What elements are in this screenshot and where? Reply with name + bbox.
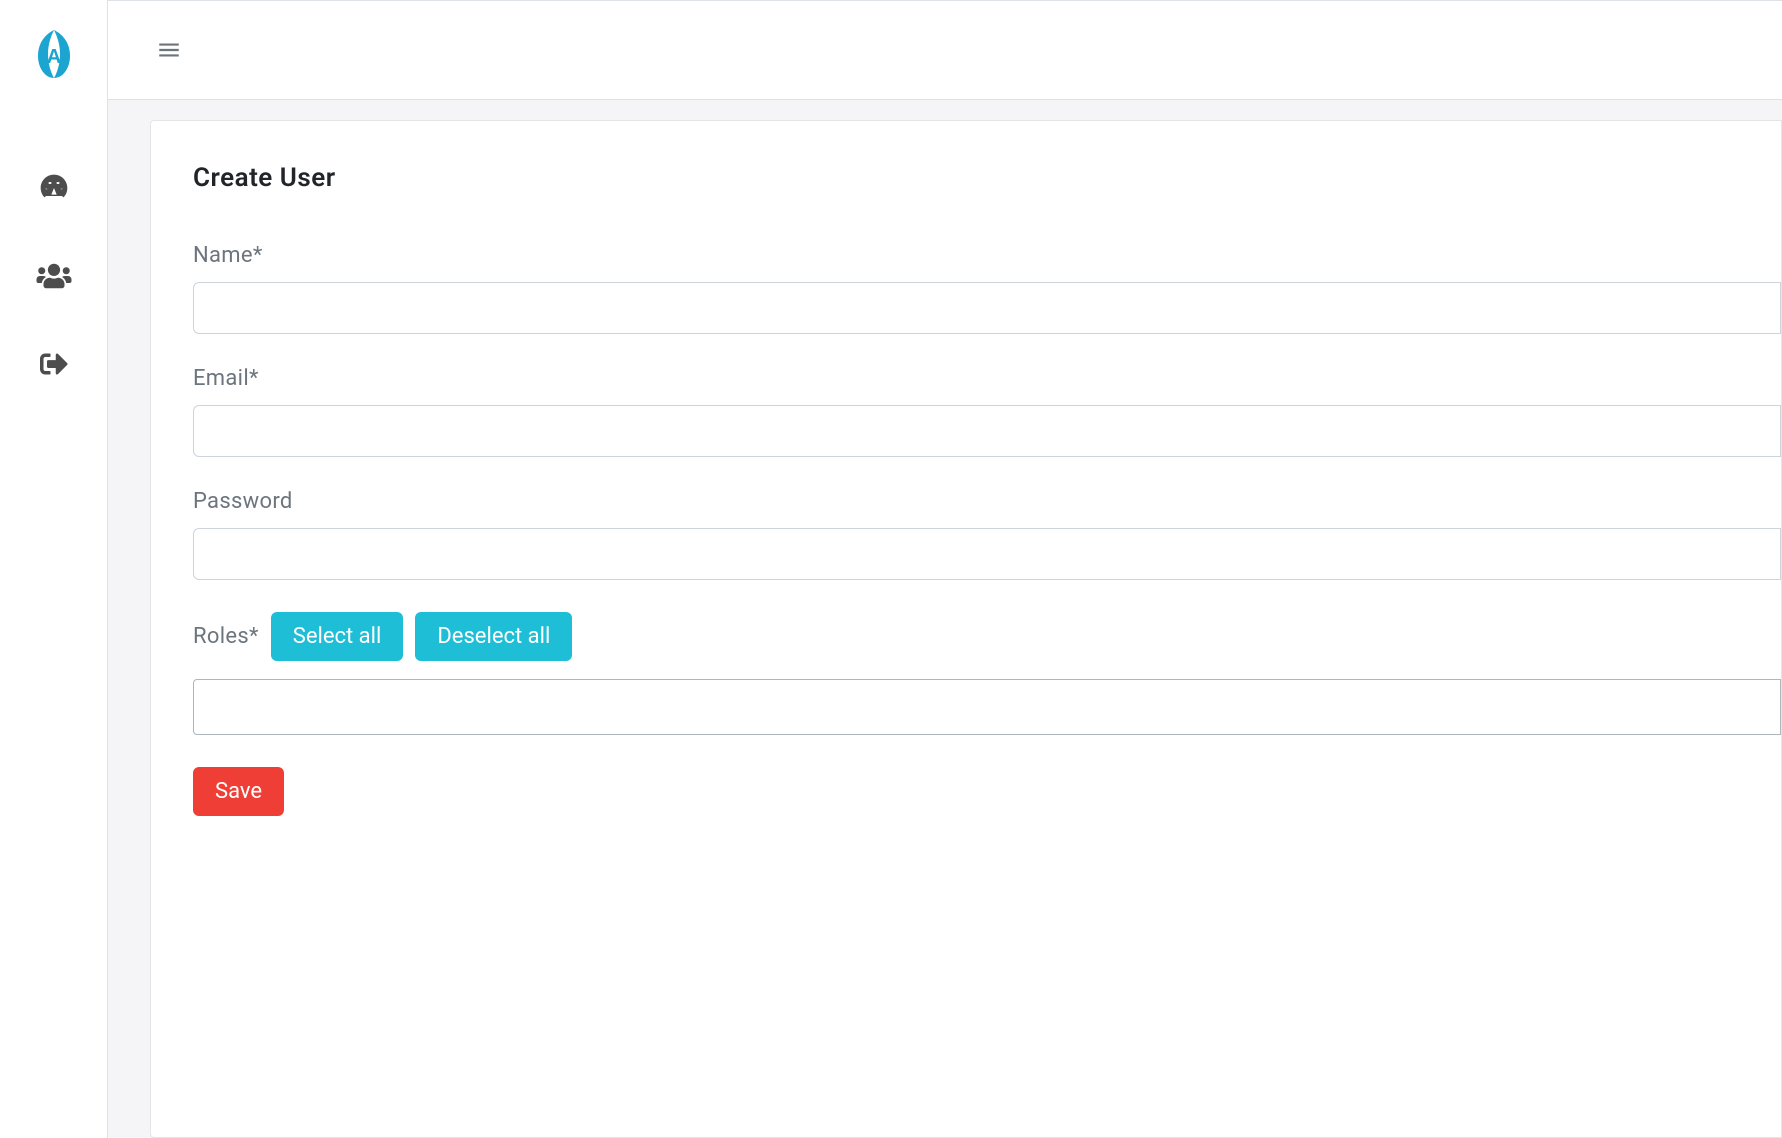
menu-toggle[interactable] [156, 37, 182, 63]
name-label: Name* [193, 243, 1781, 268]
dashboard-icon [38, 172, 70, 204]
select-all-button[interactable]: Select all [271, 612, 404, 661]
email-label: Email* [193, 366, 1781, 391]
email-input[interactable] [193, 405, 1781, 457]
form-group-roles: Roles* Select all Deselect all [193, 612, 1781, 767]
sidebar-item-signout[interactable] [34, 344, 74, 384]
topbar [108, 0, 1782, 100]
form-group-email: Email* [193, 366, 1781, 457]
form-group-password: Password [193, 489, 1781, 580]
page-title: Create User [193, 163, 1781, 193]
form-group-name: Name* [193, 243, 1781, 334]
content-area: Create User Name* Email* Password [108, 100, 1782, 1138]
sidebar: A [0, 0, 108, 1138]
password-label: Password [193, 489, 1781, 514]
signout-icon [38, 350, 70, 378]
users-icon [36, 262, 72, 290]
sidebar-item-dashboard[interactable] [34, 168, 74, 208]
create-user-card: Create User Name* Email* Password [150, 120, 1782, 1138]
save-button[interactable]: Save [193, 767, 284, 816]
svg-text:A: A [46, 46, 60, 68]
name-input[interactable] [193, 282, 1781, 334]
password-input[interactable] [193, 528, 1781, 580]
app-logo[interactable]: A [28, 28, 80, 80]
logo-icon: A [28, 28, 80, 80]
roles-label: Roles* [193, 624, 259, 649]
roles-input[interactable] [193, 679, 1781, 735]
hamburger-icon [156, 37, 182, 63]
deselect-all-button[interactable]: Deselect all [415, 612, 572, 661]
sidebar-item-users[interactable] [34, 256, 74, 296]
